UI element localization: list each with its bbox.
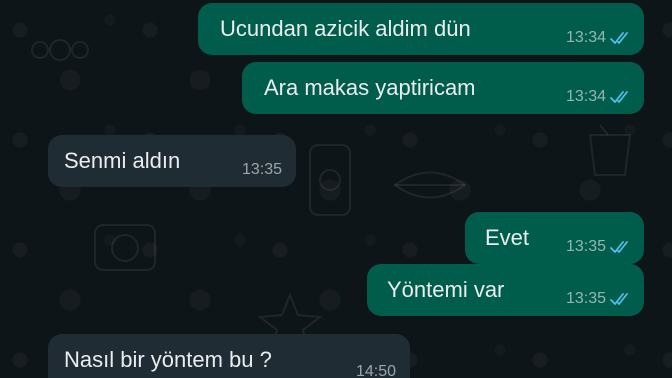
message-bubble-outgoing[interactable]: Evet 13:35 <box>465 212 644 264</box>
message-text: Evet <box>485 225 530 250</box>
message-bubble-incoming[interactable]: Nasıl bir yöntem bu ? 14:50 <box>48 334 410 378</box>
message-bubble-outgoing[interactable]: Ucundan azicik aldim dün 13:34 <box>198 3 644 55</box>
cup-doodle-icon <box>588 124 632 176</box>
message-meta: 13:35 <box>242 162 282 178</box>
message-meta: 14:50 <box>356 364 396 378</box>
message-time: 13:34 <box>565 29 606 46</box>
double-check-icon <box>610 241 628 253</box>
message-text: Senmi aldın <box>64 148 181 173</box>
message-time: 13:35 <box>565 238 606 255</box>
message-time: 13:35 <box>241 161 282 178</box>
message-meta: 13:35 <box>566 239 632 255</box>
message-text: Ucundan azicik aldim dün <box>220 16 471 41</box>
message-time: 13:35 <box>565 290 606 307</box>
message-bubble-incoming[interactable]: Senmi aldın 13:35 <box>48 135 296 187</box>
flower-doodle-icon <box>31 39 89 61</box>
message-text: Nasıl bir yöntem bu ? <box>64 347 272 372</box>
message-meta: 13:34 <box>566 89 632 105</box>
double-check-icon <box>610 32 628 44</box>
message-text: Ara makas yaptiricam <box>264 75 476 100</box>
lips-doodle-icon <box>393 171 467 199</box>
message-bubble-outgoing[interactable]: Yöntemi var 13:35 <box>367 264 644 316</box>
message-meta: 13:35 <box>566 291 632 307</box>
camera-doodle-icon <box>94 224 156 271</box>
chat-screen: { "chat": { "messages": [ { "direction":… <box>0 0 672 378</box>
phone-doodle-icon <box>309 144 351 216</box>
message-time: 13:34 <box>565 88 606 105</box>
message-time: 14:50 <box>355 363 396 378</box>
message-meta: 13:34 <box>566 30 632 46</box>
message-bubble-outgoing[interactable]: Ara makas yaptiricam 13:34 <box>242 62 644 114</box>
message-text: Yöntemi var <box>387 277 505 302</box>
double-check-icon <box>610 293 628 305</box>
double-check-icon <box>610 91 628 103</box>
